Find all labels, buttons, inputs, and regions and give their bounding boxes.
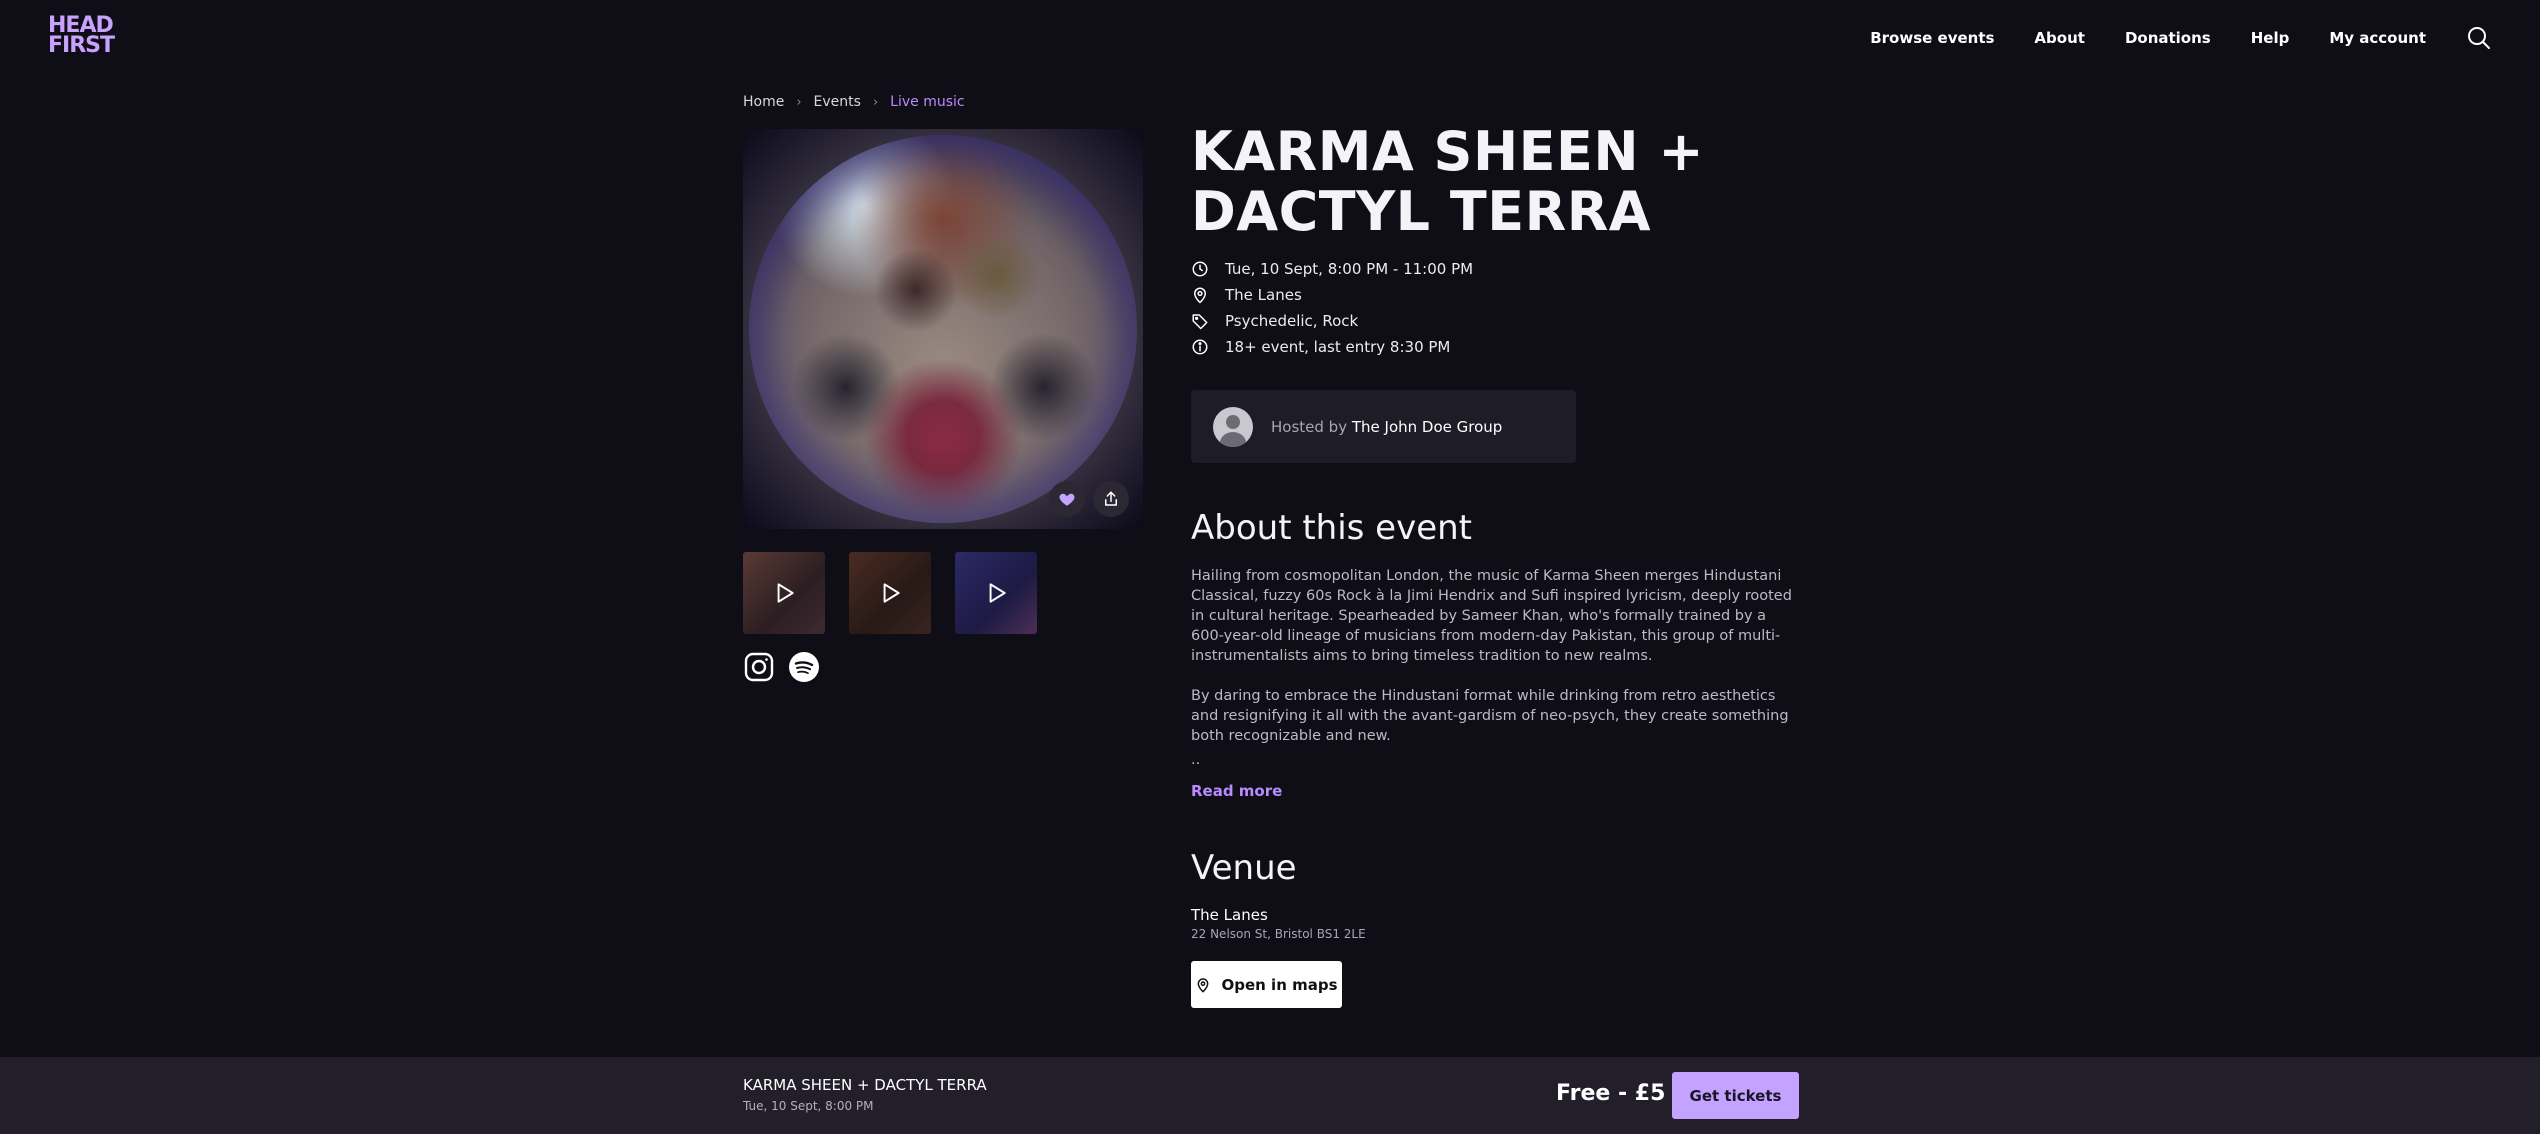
play-icon	[989, 583, 1006, 603]
about-truncation: ..	[1191, 752, 1201, 768]
logo-line-2: FIRST	[48, 33, 115, 58]
about-paragraph: Hailing from cosmopolitan London, the mu…	[1191, 568, 1792, 664]
event-age-info: 18+ event, last entry 8:30 PM	[1225, 338, 1451, 356]
event-meta: Tue, 10 Sept, 8:00 PM - 11:00 PM The Lan…	[1191, 256, 1473, 360]
play-icon	[777, 583, 794, 603]
avatar	[1213, 406, 1253, 447]
about-heading: About this event	[1191, 508, 1473, 548]
band-photo	[749, 135, 1137, 523]
nav-help[interactable]: Help	[2251, 29, 2290, 47]
ticket-bar-date: Tue, 10 Sept, 8:00 PM	[743, 1099, 874, 1113]
about-body: Hailing from cosmopolitan London, the mu…	[1191, 566, 1801, 790]
heart-icon[interactable]	[1049, 481, 1085, 517]
event-venue-row: The Lanes	[1191, 282, 1473, 308]
read-more-link[interactable]: Read more	[1191, 782, 1282, 800]
clock-icon	[1192, 261, 1208, 277]
event-datetime: Tue, 10 Sept, 8:00 PM - 11:00 PM	[1225, 260, 1474, 278]
event-genres: Psychedelic, Rock	[1225, 312, 1359, 330]
open-in-maps-label: Open in maps	[1221, 975, 1338, 994]
share-icon[interactable]	[1093, 481, 1129, 517]
nav-my-account[interactable]: My account	[2329, 29, 2426, 47]
host-text: Hosted by The John Doe Group	[1271, 418, 1502, 436]
ticket-price: Free - £5	[1556, 1081, 1666, 1106]
nav-donations[interactable]: Donations	[2125, 29, 2211, 47]
host-card[interactable]: Hosted by The John Doe Group	[1191, 390, 1576, 463]
instagram-icon[interactable]	[743, 651, 775, 683]
video-thumbnails	[743, 552, 1037, 634]
video-thumbnail[interactable]	[849, 552, 931, 634]
map-pin-icon	[1198, 977, 1209, 993]
ticket-bar: KARMA SHEEN + DACTYL TERRA Tue, 10 Sept,…	[0, 1057, 2540, 1134]
headfirst-logo[interactable]: HEAD FIRST	[48, 15, 118, 60]
event-age-row: 18+ event, last entry 8:30 PM	[1191, 334, 1473, 360]
host-name[interactable]: The John Doe Group	[1352, 418, 1502, 436]
video-thumbnail[interactable]	[955, 552, 1037, 634]
spotify-icon[interactable]	[788, 651, 820, 683]
site-header: HEAD FIRST Browse events About Donations…	[0, 0, 2540, 76]
play-icon	[883, 583, 900, 603]
map-pin-icon	[1193, 287, 1207, 304]
venue-address: 22 Nelson St, Bristol BS1 2LE	[1191, 927, 1366, 941]
nav-browse-events[interactable]: Browse events	[1870, 29, 1994, 47]
breadcrumb-events[interactable]: Events	[814, 94, 861, 110]
video-thumbnail[interactable]	[743, 552, 825, 634]
breadcrumb-separator: ›	[872, 94, 879, 110]
breadcrumb: Home › Events › Live music	[743, 91, 965, 113]
venue-heading: Venue	[1191, 848, 1297, 888]
event-title: KARMA SHEEN + DACTYL TERRA	[1191, 120, 1705, 243]
event-hero-image	[743, 129, 1143, 529]
breadcrumb-live-music[interactable]: Live music	[890, 94, 964, 110]
nav-about[interactable]: About	[2034, 29, 2085, 47]
venue-name: The Lanes	[1191, 906, 1268, 924]
main-nav: Browse events About Donations Help My ac…	[1870, 24, 2492, 52]
event-genres-row: Psychedelic, Rock	[1191, 308, 1473, 334]
breadcrumb-home[interactable]: Home	[743, 94, 784, 110]
social-links	[743, 651, 820, 683]
breadcrumb-separator: ›	[796, 94, 802, 110]
search-icon[interactable]	[2466, 25, 2492, 51]
tag-icon	[1192, 314, 1208, 330]
event-venue: The Lanes	[1225, 286, 1302, 304]
about-paragraph: By daring to embrace the Hindustani form…	[1191, 688, 1789, 744]
open-in-maps-button[interactable]: Open in maps	[1191, 961, 1342, 1008]
info-icon	[1192, 339, 1208, 355]
event-datetime-row: Tue, 10 Sept, 8:00 PM - 11:00 PM	[1191, 256, 1473, 282]
host-prefix: Hosted by	[1271, 417, 1348, 436]
get-tickets-button[interactable]: Get tickets	[1672, 1072, 1799, 1119]
ticket-bar-title: KARMA SHEEN + DACTYL TERRA	[743, 1076, 987, 1094]
